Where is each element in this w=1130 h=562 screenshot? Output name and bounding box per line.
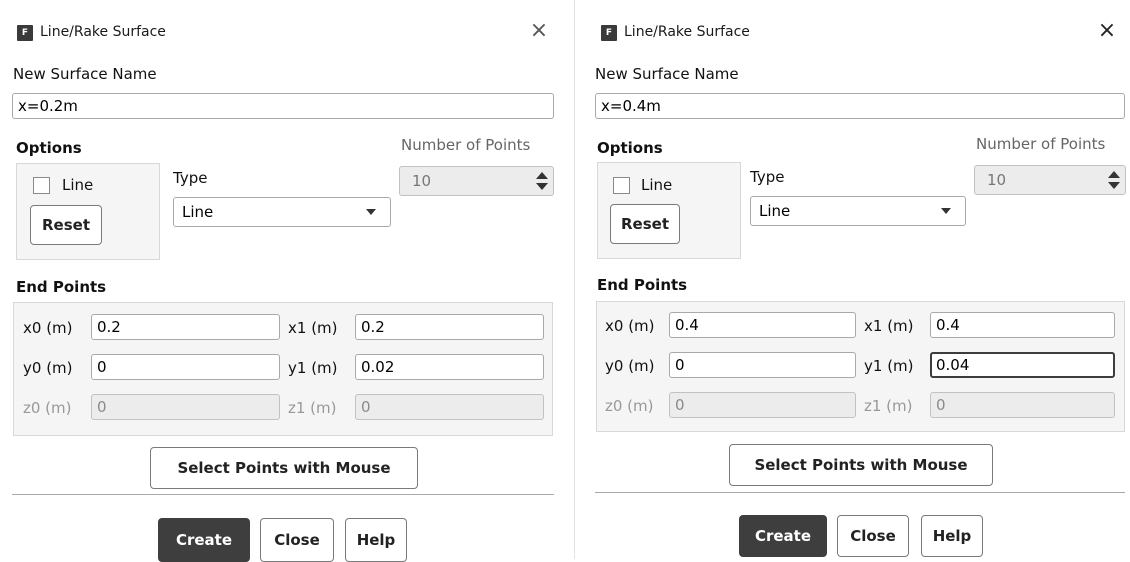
y0-input[interactable]: 0: [669, 352, 856, 378]
number-of-points-value: 10: [412, 172, 432, 190]
surface-name-input[interactable]: x=0.2m: [12, 93, 554, 119]
x0-label: x0 (m): [605, 317, 655, 335]
z1-input: 0: [930, 392, 1115, 418]
type-label: Type: [173, 169, 208, 187]
x1-input[interactable]: 0.4: [930, 312, 1115, 338]
reset-button[interactable]: Reset: [30, 205, 102, 245]
x0-input[interactable]: 0.2: [91, 314, 280, 340]
y1-input[interactable]: 0.04: [930, 352, 1115, 378]
line-rake-dialog-left: F Line/Rake Surface × New Surface Name x…: [0, 0, 566, 562]
y1-label: y1 (m): [864, 357, 914, 375]
x0-input[interactable]: 0.4: [669, 312, 856, 338]
chevron-down-icon: [941, 208, 951, 214]
line-rake-dialog-right: F Line/Rake Surface × New Surface Name x…: [583, 0, 1130, 559]
type-dropdown-value: Line: [759, 202, 791, 220]
type-label: Type: [750, 168, 785, 186]
spin-down-icon[interactable]: [536, 183, 548, 190]
x0-label: x0 (m): [23, 319, 73, 337]
chevron-down-icon: [366, 209, 376, 215]
end-points-heading: End Points: [597, 276, 688, 294]
number-of-points-spinner[interactable]: 10: [974, 165, 1126, 195]
x1-label: x1 (m): [864, 317, 914, 335]
y0-label: y0 (m): [605, 357, 655, 375]
z1-label: z1 (m): [288, 399, 337, 417]
spin-down-icon[interactable]: [1108, 182, 1120, 189]
line-checkbox-label: Line: [62, 176, 94, 194]
z0-input: 0: [91, 394, 280, 420]
line-checkbox[interactable]: [613, 177, 630, 194]
surface-name-label: New Surface Name: [595, 65, 739, 83]
y0-input[interactable]: 0: [91, 354, 280, 380]
y0-label: y0 (m): [23, 359, 73, 377]
options-heading: Options: [16, 139, 82, 157]
number-of-points-label: Number of Points: [401, 136, 531, 154]
line-checkbox-label: Line: [641, 176, 673, 194]
spin-up-icon[interactable]: [1108, 171, 1120, 178]
number-of-points-label: Number of Points: [976, 135, 1106, 153]
z0-input: 0: [669, 392, 856, 418]
z0-label: z0 (m): [23, 399, 72, 417]
options-heading: Options: [597, 139, 663, 157]
close-button[interactable]: Close: [837, 515, 909, 557]
fluent-app-icon: F: [17, 25, 33, 41]
surface-name-label: New Surface Name: [13, 65, 157, 83]
close-icon[interactable]: ×: [526, 18, 552, 44]
window-title: Line/Rake Surface: [624, 24, 750, 40]
number-of-points-value: 10: [987, 171, 1007, 189]
spin-up-icon[interactable]: [536, 172, 548, 179]
line-checkbox[interactable]: [33, 177, 50, 194]
window-title: Line/Rake Surface: [40, 24, 166, 40]
z0-label: z0 (m): [605, 397, 654, 415]
footer-separator: [595, 492, 1125, 493]
x1-label: x1 (m): [288, 319, 338, 337]
z1-input: 0: [355, 394, 544, 420]
surface-name-input[interactable]: x=0.4m: [595, 93, 1125, 119]
help-button[interactable]: Help: [921, 515, 983, 557]
footer-separator: [12, 494, 554, 495]
close-icon[interactable]: ×: [1094, 18, 1120, 44]
help-button[interactable]: Help: [345, 518, 407, 562]
y1-label: y1 (m): [288, 359, 338, 377]
select-points-with-mouse-button[interactable]: Select Points with Mouse: [729, 444, 993, 486]
y1-input[interactable]: 0.02: [355, 354, 544, 380]
end-points-heading: End Points: [16, 278, 107, 296]
create-button[interactable]: Create: [158, 518, 250, 562]
type-dropdown-value: Line: [182, 203, 214, 221]
x1-input[interactable]: 0.2: [355, 314, 544, 340]
type-dropdown[interactable]: Line: [173, 197, 391, 227]
close-button[interactable]: Close: [260, 518, 334, 562]
screenshot-divider: [566, 0, 583, 559]
number-of-points-spinner[interactable]: 10: [399, 166, 554, 196]
z1-label: z1 (m): [864, 397, 913, 415]
reset-button[interactable]: Reset: [610, 204, 680, 244]
select-points-with-mouse-button[interactable]: Select Points with Mouse: [150, 447, 418, 489]
create-button[interactable]: Create: [739, 515, 827, 557]
type-dropdown[interactable]: Line: [750, 196, 966, 226]
fluent-app-icon: F: [601, 25, 617, 41]
